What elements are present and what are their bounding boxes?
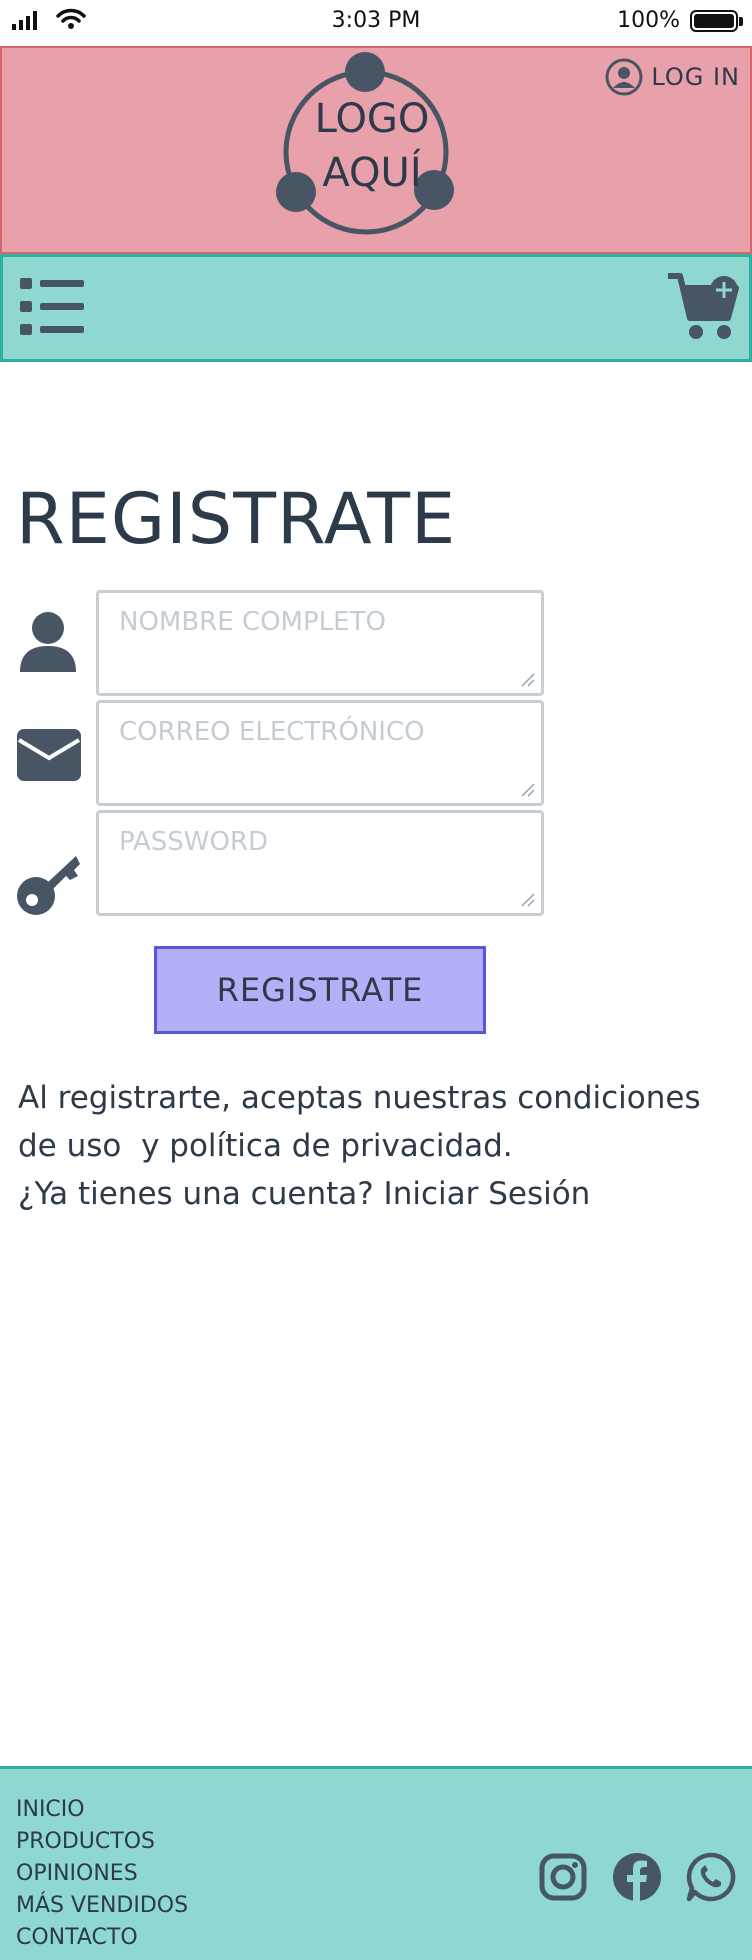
battery-percent: 100% [617,8,680,33]
email-field[interactable] [96,700,544,806]
email-input[interactable] [99,703,541,803]
resize-grip-icon[interactable] [519,671,535,687]
logo-line-2: AQUÍ [322,150,422,196]
footer-link-mas-vendidos[interactable]: MÁS VENDIDOS [16,1890,188,1922]
password-field[interactable] [96,810,544,916]
instagram-icon[interactable] [538,1852,588,1902]
login-button[interactable]: LOG IN [605,58,740,96]
footer-link-productos[interactable]: PRODUCTOS [16,1826,188,1858]
cart-add-icon[interactable] [666,270,742,342]
user-circle-icon [605,58,643,96]
nav-bar [0,254,752,362]
register-button[interactable]: REGISTRATE [154,946,486,1034]
name-input[interactable] [99,593,541,693]
logo-icon[interactable] [270,48,470,238]
user-icon [20,612,76,672]
envelope-icon [17,729,81,781]
terms-line-1: Al registrarte, aceptas nuestras condici… [18,1080,701,1116]
menu-list-icon[interactable] [20,276,86,338]
facebook-icon[interactable] [612,1852,662,1902]
page-title: REGISTRATE [16,478,457,560]
footer-link-opiniones[interactable]: OPINIONES [16,1858,188,1890]
whatsapp-icon[interactable] [686,1852,736,1902]
login-prompt-link[interactable]: ¿Ya tienes una cuenta? Iniciar Sesión [18,1170,738,1218]
name-field[interactable] [96,590,544,696]
key-icon [17,856,80,915]
terms-text: Al registrarte, aceptas nuestras condici… [18,1074,738,1218]
resize-grip-icon[interactable] [519,781,535,797]
logo-line-1: LOGO [314,96,430,142]
resize-grip-icon[interactable] [519,891,535,907]
footer-link-contacto[interactable]: CONTACTO [16,1922,188,1954]
login-label: LOG IN [651,63,740,91]
status-bar: 3:03 PM 100% [0,0,752,46]
terms-line-2: de uso y política de privacidad. [18,1128,513,1164]
battery-tip [739,17,743,26]
footer-links: INICIO PRODUCTOS OPINIONES MÁS VENDIDOS … [16,1794,188,1954]
battery-icon [690,10,738,32]
footer-link-inicio[interactable]: INICIO [16,1794,188,1826]
password-input[interactable] [99,813,541,913]
